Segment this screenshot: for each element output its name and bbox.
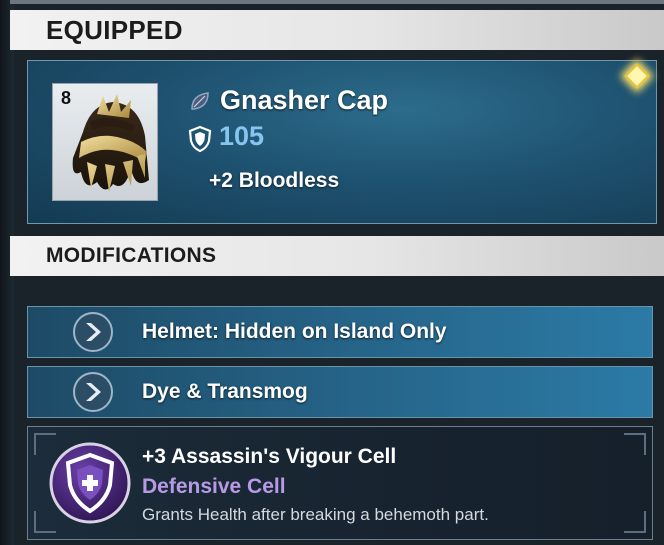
helmet-visibility-option[interactable]: Helmet: Hidden on Island Only bbox=[27, 306, 653, 358]
frame-corner bbox=[624, 433, 646, 455]
armor-value: 105 bbox=[219, 121, 265, 151]
frame-corner bbox=[624, 511, 646, 533]
shield-icon bbox=[188, 125, 212, 153]
equipped-item-card[interactable]: 8 Gnasher Cap 105 +2 Bloodless bbox=[27, 60, 657, 224]
element-leaf-icon bbox=[191, 92, 209, 110]
new-indicator-icon bbox=[624, 63, 650, 89]
cell-type: Defensive Cell bbox=[142, 475, 286, 498]
item-tier: 8 bbox=[61, 88, 72, 108]
equipped-header: EQUIPPED bbox=[10, 10, 664, 50]
item-thumbnail: 8 bbox=[52, 83, 158, 201]
item-name: Gnasher Cap bbox=[220, 85, 389, 115]
equipped-header-label: EQUIPPED bbox=[46, 14, 183, 45]
helmet-visibility-label: Helmet: Hidden on Island Only bbox=[142, 320, 447, 343]
chevron-right-icon bbox=[73, 312, 113, 352]
defensive-cell-icon bbox=[49, 442, 131, 524]
cell-description: Grants Health after breaking a behemoth … bbox=[142, 505, 489, 524]
chevron-right-icon bbox=[73, 372, 113, 412]
modifications-header-label: MODIFICATIONS bbox=[46, 244, 217, 267]
dye-transmog-label: Dye & Transmog bbox=[142, 380, 308, 403]
cell-slot[interactable]: +3 Assassin's Vigour Cell Defensive Cell… bbox=[27, 426, 653, 540]
cell-name: +3 Assassin's Vigour Cell bbox=[142, 445, 397, 468]
item-perk: +2 Bloodless bbox=[209, 169, 340, 192]
top-divider bbox=[10, 0, 664, 4]
modifications-header: MODIFICATIONS bbox=[10, 236, 664, 276]
gnasher-cap-icon bbox=[72, 94, 149, 192]
dye-transmog-option[interactable]: Dye & Transmog bbox=[27, 366, 653, 418]
